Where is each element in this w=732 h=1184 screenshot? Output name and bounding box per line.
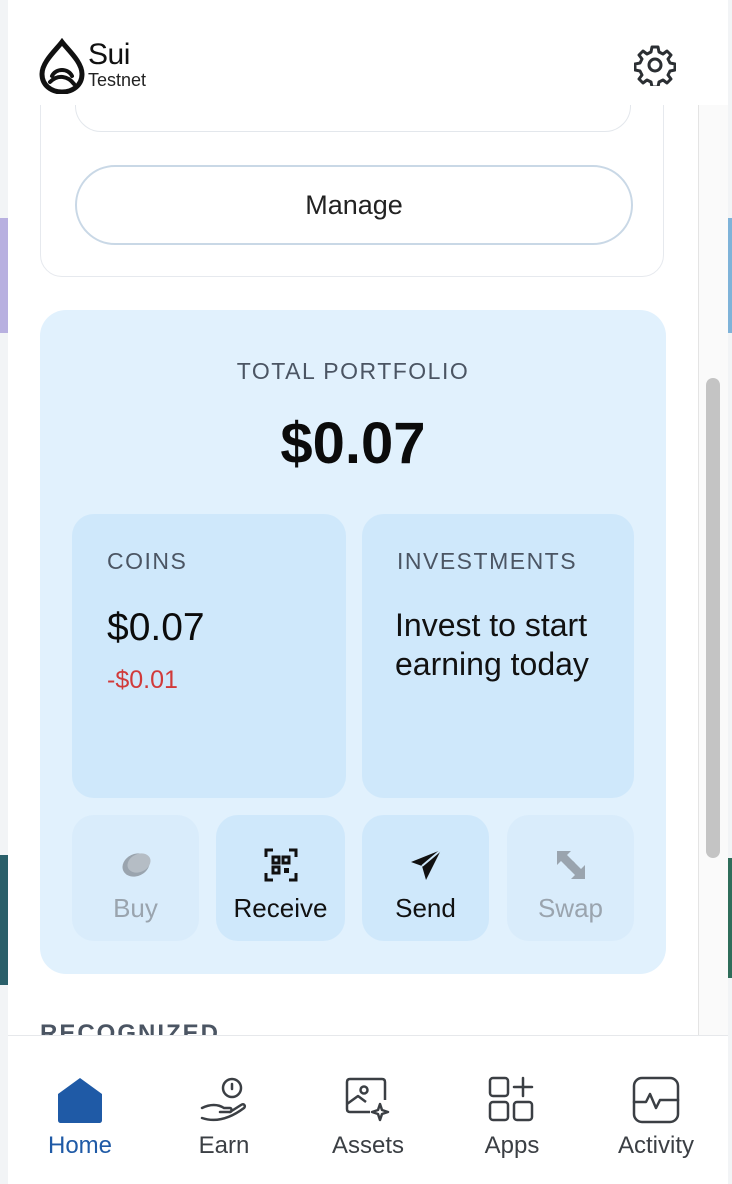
gear-icon[interactable] <box>634 44 676 86</box>
qr-code-icon <box>264 848 297 882</box>
nav-item-apps[interactable]: Apps <box>440 1036 584 1184</box>
nav-label-apps: Apps <box>484 1132 540 1159</box>
portfolio-card: TOTAL PORTFOLIO $0.07 COINS $0.07 -$0.01… <box>40 310 666 974</box>
scrollbar-thumb[interactable] <box>706 378 720 858</box>
swap-arrows-icon <box>556 851 585 879</box>
nav-item-earn[interactable]: Earn <box>152 1036 296 1184</box>
send-label: Send <box>395 893 456 923</box>
swap-label: Swap <box>537 893 604 923</box>
buy-label: Buy <box>113 893 158 923</box>
activity-pulse-icon <box>632 1076 680 1124</box>
coins-change: -$0.01 <box>107 666 178 694</box>
sui-logo-icon <box>39 38 85 94</box>
account-card: Manage <box>40 105 664 277</box>
home-icon <box>58 1078 102 1123</box>
header: Sui Testnet <box>8 0 728 105</box>
coins-label: COINS <box>107 548 188 574</box>
background-page-left <box>0 218 8 333</box>
background-page-left-2 <box>0 855 8 985</box>
portfolio-total-value: $0.07 <box>280 411 426 476</box>
coin-icon <box>121 853 151 877</box>
background-page-right <box>728 218 732 333</box>
portfolio-title: TOTAL PORTFOLIO <box>236 358 470 384</box>
nav-label-assets: Assets <box>331 1132 405 1159</box>
coins-value: $0.07 <box>107 606 205 649</box>
network-label: Testnet <box>88 70 147 90</box>
nav-item-activity[interactable]: Activity <box>584 1036 728 1184</box>
buy-button[interactable]: Buy <box>72 815 199 941</box>
nav-label-home: Home <box>47 1132 113 1159</box>
brand-name: Sui <box>88 38 130 71</box>
receive-label: Receive <box>233 893 328 923</box>
swap-button[interactable]: Swap <box>507 815 634 941</box>
apps-grid-icon <box>488 1076 534 1122</box>
nav-label-earn: Earn <box>198 1132 250 1159</box>
coins-card[interactable]: COINS $0.07 -$0.01 <box>72 514 346 798</box>
nav-item-home[interactable]: Home <box>8 1036 152 1184</box>
nav-item-assets[interactable]: Assets <box>296 1036 440 1184</box>
assets-image-icon <box>345 1077 390 1122</box>
earn-hand-coin-icon <box>200 1077 247 1122</box>
paper-plane-icon <box>410 849 442 880</box>
bottom-navigation: Home Earn Assets Apps Activity <box>8 1035 728 1184</box>
wallet-panel: Sui Testnet Manage TOTAL PORTFOLIO $0.07… <box>8 0 728 1184</box>
receive-button[interactable]: Receive <box>216 815 345 941</box>
account-pill[interactable] <box>75 105 631 132</box>
send-button[interactable]: Send <box>362 815 489 941</box>
nav-label-activity: Activity <box>617 1132 694 1159</box>
recognized-section-heading: RECOGNIZED <box>40 1020 221 1035</box>
manage-button[interactable]: Manage <box>75 165 633 245</box>
investments-message: Invest to start earning today <box>395 607 589 682</box>
investments-label: INVESTMENTS <box>397 548 578 574</box>
home-scroll-area[interactable]: Manage TOTAL PORTFOLIO $0.07 COINS $0.07… <box>8 105 696 1035</box>
chevron-down-icon[interactable]: ⌄ <box>668 1025 690 1035</box>
background-page-right-2 <box>728 858 732 978</box>
investments-card[interactable]: INVESTMENTS Invest to start earning toda… <box>362 514 634 798</box>
